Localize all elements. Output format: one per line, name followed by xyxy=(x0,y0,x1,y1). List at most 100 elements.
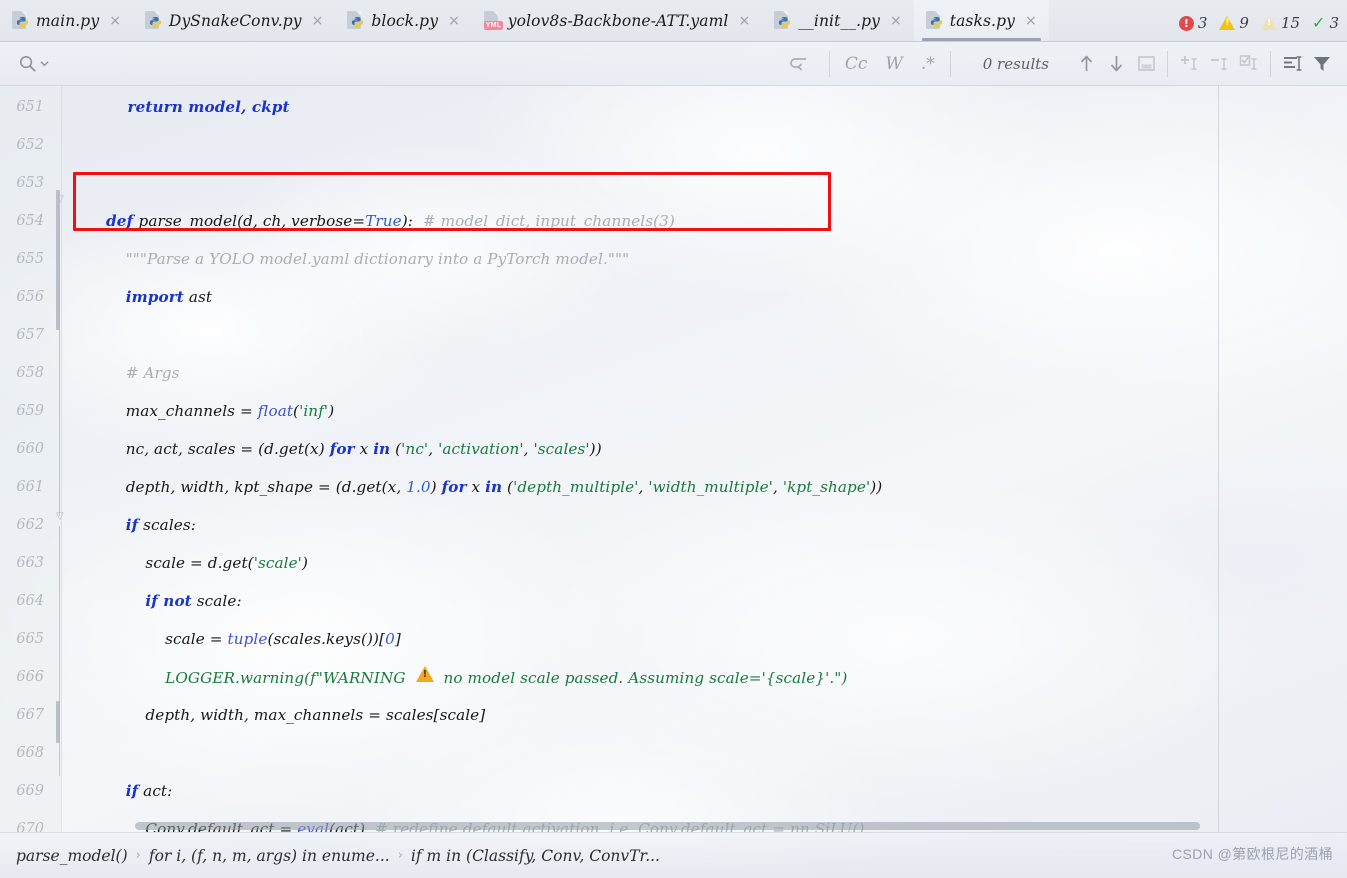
line-number: 669 xyxy=(16,783,44,799)
code-line-text[interactable]: # Args xyxy=(106,364,180,382)
code-line-text[interactable]: scale = d.get('scale') xyxy=(106,554,308,572)
search-input[interactable] xyxy=(10,49,350,79)
line-number: 655 xyxy=(16,251,44,267)
close-icon[interactable]: × xyxy=(1022,12,1040,30)
line-number: 668 xyxy=(16,745,44,761)
code-line-text[interactable]: if scales: xyxy=(106,516,196,534)
code-line[interactable]: 652 xyxy=(0,126,1347,164)
code-line[interactable]: 653 xyxy=(0,164,1347,202)
editor-tab-label: tasks.py xyxy=(949,11,1015,30)
horizontal-scrollbar[interactable] xyxy=(0,820,1347,832)
code-line[interactable]: 664 if not scale: xyxy=(0,582,1347,620)
arrow-down-icon[interactable] xyxy=(1101,50,1131,78)
weak-warning-indicator[interactable]: 15 xyxy=(1260,14,1300,32)
code-line-text[interactable]: nc, act, scales = (d.get(x) for x in ('n… xyxy=(106,440,602,458)
code-line-text[interactable]: depth, width, max_channels = scales[scal… xyxy=(106,706,485,724)
editor-tab-main-py[interactable]: main.py × xyxy=(0,0,133,41)
editor-tab-block-py[interactable]: block.py × xyxy=(335,0,471,41)
find-toolbar: Cc W .* 0 results xyxy=(0,42,1347,86)
results-count-label: 0 results xyxy=(982,54,1049,73)
add-occurrence-icon[interactable] xyxy=(1174,50,1204,78)
code-line[interactable]: 658 # Args xyxy=(0,354,1347,392)
code-line[interactable]: 651 return model, ckpt xyxy=(0,88,1347,126)
editor-tab-tasks-py[interactable]: tasks.py × xyxy=(913,0,1049,41)
breadcrumb-separator: › xyxy=(397,848,403,863)
code-editor-area[interactable]: ▽ ▽ 651 return model, ckpt 652 653 654 def p… xyxy=(0,86,1347,832)
multiline-toggle-icon[interactable] xyxy=(785,50,815,78)
python-logo-icon xyxy=(930,16,942,29)
python-file-icon xyxy=(774,11,791,30)
whole-words-toggle[interactable]: W xyxy=(876,52,911,76)
code-line-text[interactable]: depth, width, kpt_shape = (d.get(x, 1.0)… xyxy=(106,478,882,496)
code-line-text[interactable]: import ast xyxy=(106,288,212,306)
close-icon[interactable]: × xyxy=(445,12,463,30)
close-icon[interactable]: × xyxy=(887,12,905,30)
inspection-status-widget[interactable]: ! 3 9 15 ✓ 3 xyxy=(1178,14,1339,32)
code-line-text[interactable]: """Parse a YOLO model.yaml dictionary in… xyxy=(106,250,629,268)
code-line-text[interactable]: if not scale: xyxy=(106,592,242,610)
code-line[interactable]: 659 max_channels = float('inf') xyxy=(0,392,1347,430)
breadcrumb: parse_model() › for i, (f, n, m, args) in … xyxy=(0,832,1347,878)
scrollbar-thumb[interactable] xyxy=(135,822,1200,830)
ok-indicator[interactable]: ✓ 3 xyxy=(1312,14,1339,32)
close-icon[interactable]: × xyxy=(106,12,124,30)
editor-tab--init-py[interactable]: __init__.py × xyxy=(762,0,914,41)
code-line[interactable]: 668 xyxy=(0,734,1347,772)
line-number: 658 xyxy=(16,365,44,381)
code-line[interactable]: 666 LOGGER.warning(f"WARNING no model sc… xyxy=(0,658,1347,696)
close-icon[interactable]: × xyxy=(309,12,327,30)
warning-triangle-emoji xyxy=(415,666,434,682)
toolbar-divider-2 xyxy=(949,50,951,77)
error-indicator[interactable]: ! 3 xyxy=(1178,14,1207,32)
editor-tab-dysnakeconv-py[interactable]: DySnakeConv.py × xyxy=(133,0,335,41)
code-line-text[interactable]: def parse_model(d, ch, verbose=True): # … xyxy=(106,212,675,230)
code-line[interactable]: 657 xyxy=(0,316,1347,354)
code-line[interactable]: 656 import ast xyxy=(0,278,1347,316)
search-icon[interactable] xyxy=(18,54,37,73)
arrow-up-icon[interactable] xyxy=(1071,50,1101,78)
line-number: 662 xyxy=(16,517,44,533)
code-line-text[interactable]: LOGGER.warning(f"WARNING no model scale … xyxy=(106,666,847,687)
warning-indicator[interactable]: 9 xyxy=(1219,14,1249,32)
code-line[interactable]: 665 scale = tuple(scales.keys())[0] xyxy=(0,620,1347,658)
match-case-toggle[interactable]: Cc xyxy=(836,52,877,76)
close-icon[interactable]: × xyxy=(735,12,753,30)
line-number: 652 xyxy=(16,137,44,153)
regex-toggle[interactable]: .* xyxy=(912,52,944,76)
code-line[interactable]: 655 """Parse a YOLO model.yaml dictionar… xyxy=(0,240,1347,278)
line-number: 651 xyxy=(16,99,44,115)
csdn-watermark: CSDN @第欧根尼的酒桶 xyxy=(1172,846,1333,862)
editor-tab-yolov8s-backbone-att-yaml[interactable]: YML yolov8s-Backbone-ATT.yaml × xyxy=(472,0,762,41)
code-line-text[interactable]: max_channels = float('inf') xyxy=(106,402,334,420)
breadcrumb-item[interactable]: parse_model() xyxy=(16,847,128,865)
toolbar-divider-3 xyxy=(1167,50,1168,77)
code-line[interactable]: 669 if act: xyxy=(0,772,1347,810)
filter-funnel-icon[interactable] xyxy=(1307,50,1337,78)
select-all-occurrences-icon[interactable] xyxy=(1131,50,1161,78)
code-line[interactable]: 654 def parse_model(d, ch, verbose=True):… xyxy=(0,202,1347,240)
code-line-text[interactable]: scale = tuple(scales.keys())[0] xyxy=(106,630,401,648)
editor-tab-label: DySnakeConv.py xyxy=(168,11,302,30)
code-line[interactable]: 660 nc, act, scales = (d.get(x) for x in… xyxy=(0,430,1347,468)
code-line-text[interactable]: if act: xyxy=(106,782,173,800)
error-icon: ! xyxy=(1178,15,1194,31)
line-number: 664 xyxy=(16,593,44,609)
code-lines[interactable]: 651 return model, ckpt 652 653 654 def parse… xyxy=(0,86,1347,832)
breadcrumb-item[interactable]: if m in (Classify, Conv, ConvTr... xyxy=(411,847,660,865)
search-in-selection-icon[interactable] xyxy=(1277,50,1307,78)
code-line-text[interactable]: return model, ckpt xyxy=(106,98,290,116)
remove-occurrence-icon[interactable] xyxy=(1204,50,1234,78)
toggle-occurrence-icon[interactable] xyxy=(1234,50,1264,78)
code-line[interactable]: 663 scale = d.get('scale') xyxy=(0,544,1347,582)
editor-tab-label: block.py xyxy=(371,11,439,30)
toolbar-divider-1 xyxy=(828,50,830,77)
code-line[interactable]: 661 depth, width, kpt_shape = (d.get(x, … xyxy=(0,468,1347,506)
breadcrumb-item[interactable]: for i, (f, n, m, args) in enume... xyxy=(149,847,390,865)
warning-count: 9 xyxy=(1239,14,1249,32)
code-line[interactable]: 662 if scales: xyxy=(0,506,1347,544)
code-line[interactable]: 667 depth, width, max_channels = scales[… xyxy=(0,696,1347,734)
weak-warning-icon xyxy=(1260,16,1277,30)
chevron-down-icon[interactable] xyxy=(40,59,49,68)
warning-icon xyxy=(1219,16,1236,30)
python-logo-icon xyxy=(352,16,364,29)
